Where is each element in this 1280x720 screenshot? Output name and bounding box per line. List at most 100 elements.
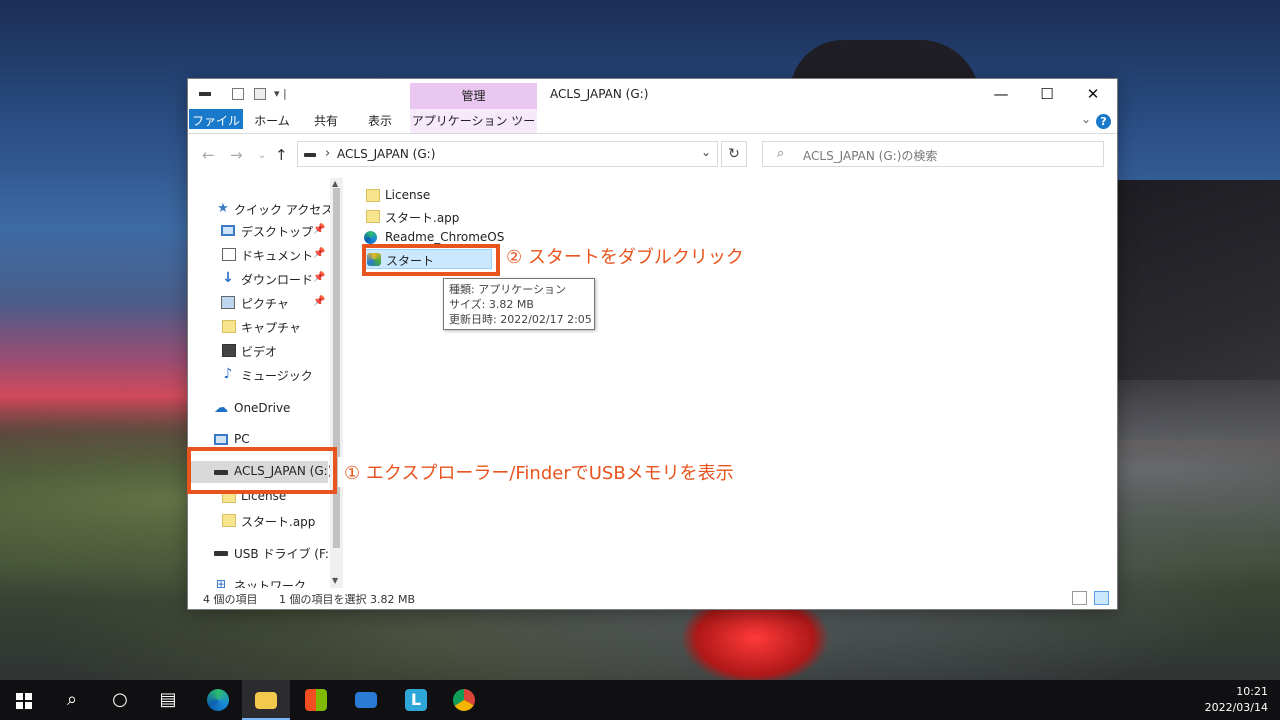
video-icon [222, 344, 236, 357]
download-icon: ↓ [222, 270, 234, 286]
close-button[interactable]: ✕ [1070, 83, 1116, 105]
scroll-down-icon[interactable]: ▼ [332, 576, 338, 585]
cortana-button[interactable]: ○ [96, 680, 144, 720]
pin-icon: 📌 [313, 248, 326, 259]
ribbon-tabs: ファイル ホーム 共有 表示 アプリケーション ツール ⌄ ? [188, 109, 1117, 152]
folder-icon [222, 514, 236, 527]
breadcrumb-separator-icon[interactable]: › [325, 146, 330, 161]
star-icon: ★ [217, 201, 229, 216]
pin-icon: 📌 [313, 224, 326, 235]
folder-icon [366, 189, 380, 202]
taskbar-file-explorer[interactable] [242, 680, 290, 720]
quick-access-dropdown-icon[interactable]: ▾ | [274, 87, 287, 103]
drive-icon [214, 551, 228, 556]
tooltip-size: サイズ: 3.82 MB [449, 298, 534, 311]
drive-icon [304, 153, 316, 157]
cortana-icon: ○ [112, 689, 128, 710]
title-bar: ▾ | 管理 ACLS_JAPAN (G:) — ☐ ✕ [188, 79, 1117, 109]
callout-step-2: ② スタートをダブルクリック [500, 241, 750, 271]
pin-icon: 📌 [313, 272, 326, 283]
nav-item-music[interactable]: ♪ ミュージック [188, 364, 328, 386]
nav-item-onedrive[interactable]: ☁ OneDrive [188, 398, 328, 420]
background-red-orb [680, 606, 830, 686]
taskbar-mail[interactable] [342, 680, 390, 720]
nav-item-usb-drive[interactable]: USB ドライブ (F:) [188, 542, 334, 564]
clock-date: 2022/03/14 [1204, 701, 1268, 714]
start-button[interactable] [0, 680, 48, 720]
taskbar-store[interactable] [292, 680, 340, 720]
windows-logo-icon [16, 693, 32, 709]
large-icons-view-icon[interactable] [1094, 591, 1109, 605]
search-button[interactable]: ⌕ [48, 680, 96, 720]
search-placeholder[interactable]: ACLS_JAPAN (G:)の検索 [803, 147, 937, 164]
edge-icon [207, 689, 229, 711]
address-bar[interactable]: › ACLS_JAPAN (G:) ⌄ [297, 141, 718, 167]
ribbon-expand-icon[interactable]: ⌄ [1081, 112, 1091, 126]
l-app-icon: L [405, 689, 427, 711]
status-item-count: 4 個の項目 [203, 593, 258, 606]
mail-icon [355, 692, 377, 708]
file-explorer-icon [255, 692, 277, 709]
task-view-button[interactable]: ▤ [144, 680, 192, 720]
help-icon[interactable]: ? [1096, 114, 1111, 129]
address-dropdown-icon[interactable]: ⌄ [701, 145, 711, 159]
tab-application-tools[interactable]: アプリケーション ツール [410, 109, 537, 152]
status-selection: 1 個の項目を選択 3.82 MB [279, 593, 416, 606]
new-folder-icon[interactable] [254, 88, 266, 100]
highlight-usb-drive [187, 447, 337, 494]
nav-item-pictures[interactable]: ピクチャ 📌 [188, 292, 328, 314]
nav-item-desktop[interactable]: デスクトップ 📌 [188, 220, 328, 242]
task-view-icon: ▤ [159, 689, 177, 710]
tab-file[interactable]: ファイル [189, 109, 243, 129]
navigation-pane: ★ クイック アクセス デスクトップ 📌 ドキュメント 📌 ↓ ダウンロード 📌… [188, 178, 343, 588]
up-arrow-icon[interactable]: ↑ [275, 146, 288, 164]
forward-arrow-icon[interactable]: → [230, 146, 243, 164]
file-item-start-app[interactable]: スタート.app [362, 207, 562, 227]
taskbar-chrome[interactable] [440, 680, 488, 720]
maximize-button[interactable]: ☐ [1024, 83, 1070, 105]
tab-home[interactable]: ホーム [250, 109, 294, 133]
nav-item-quick-access[interactable]: ★ クイック アクセス [188, 198, 333, 220]
tab-share[interactable]: 共有 [304, 109, 348, 133]
taskbar-edge[interactable] [194, 680, 242, 720]
taskbar-l-app[interactable]: L [392, 680, 440, 720]
recent-locations-icon[interactable]: ⌄ [258, 150, 266, 161]
onedrive-icon: ☁ [214, 400, 228, 416]
taskbar-clock[interactable]: 10:21 2022/03/14 [1205, 684, 1268, 716]
tooltip-type: 種類: アプリケーション [449, 283, 566, 296]
nav-item-documents[interactable]: ドキュメント 📌 [188, 244, 328, 266]
address-row: ← → ⌄ ↑ › ACLS_JAPAN (G:) ⌄ ↻ ⌕ ACLS_JAP… [188, 134, 1117, 178]
document-icon [222, 248, 236, 261]
folder-icon [366, 210, 380, 223]
nav-item-videos[interactable]: ビデオ [188, 340, 328, 362]
context-tab-header: 管理 [410, 83, 537, 109]
nav-item-network[interactable]: ⊞ ネットワーク [188, 574, 328, 589]
window-title: ACLS_JAPAN (G:) [550, 87, 649, 101]
nav-item-start-app[interactable]: スタート.app [188, 510, 328, 532]
tab-view[interactable]: 表示 [358, 109, 402, 133]
taskbar: ⌕ ○ ▤ L 10:21 2022/03/14 [0, 680, 1280, 720]
details-view-icon[interactable] [1072, 591, 1087, 605]
nav-item-capture[interactable]: キャプチャ [188, 316, 328, 338]
drive-icon [199, 92, 211, 96]
nav-pane-scrollbar[interactable]: ▲ ▼ [330, 178, 343, 588]
desktop-icon [221, 225, 235, 236]
back-arrow-icon[interactable]: ← [202, 146, 215, 164]
edge-icon [364, 231, 377, 244]
scroll-up-icon[interactable]: ▲ [332, 179, 338, 188]
refresh-button[interactable]: ↻ [721, 141, 747, 167]
address-path[interactable]: ACLS_JAPAN (G:) [337, 147, 435, 161]
search-icon: ⌕ [66, 689, 78, 710]
file-tooltip: 種類: アプリケーション サイズ: 3.82 MB 更新日時: 2022/02/… [443, 278, 595, 330]
chrome-icon [453, 689, 475, 711]
minimize-button[interactable]: — [978, 83, 1024, 105]
store-icon [305, 689, 327, 711]
clock-time: 10:21 [1236, 685, 1268, 698]
properties-icon[interactable] [232, 88, 244, 100]
scrollbar-thumb[interactable] [333, 188, 340, 548]
nav-item-downloads[interactable]: ↓ ダウンロード 📌 [188, 268, 328, 290]
search-input[interactable]: ⌕ ACLS_JAPAN (G:)の検索 [762, 141, 1104, 167]
pin-icon: 📌 [313, 296, 326, 307]
file-item-license[interactable]: License [362, 186, 562, 206]
search-icon: ⌕ [777, 146, 785, 161]
